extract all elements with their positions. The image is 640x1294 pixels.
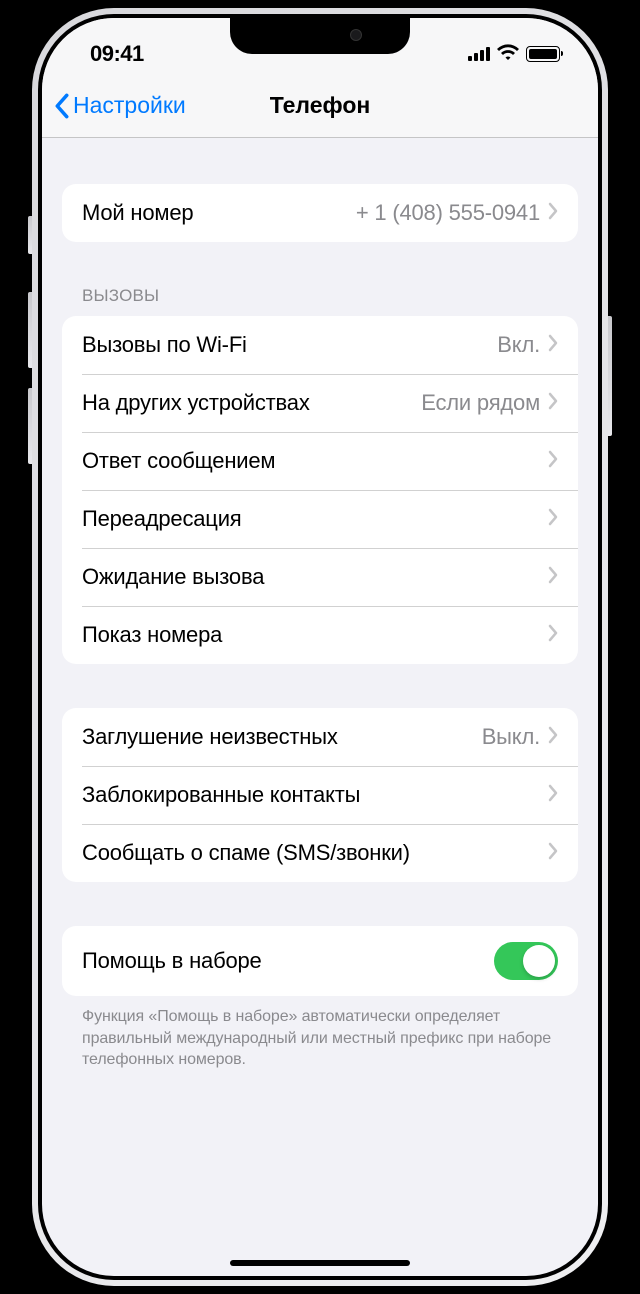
row-value: Выкл. [482, 724, 540, 750]
wifi-calling-row[interactable]: Вызовы по Wi-Fi Вкл. [62, 316, 578, 374]
other-devices-row[interactable]: На других устройствах Если рядом [62, 374, 578, 432]
show-caller-id-row[interactable]: Показ номера [62, 606, 578, 664]
dial-assist-label: Помощь в наборе [82, 948, 494, 974]
chevron-left-icon [54, 93, 70, 119]
dial-assist-row: Помощь в наборе [62, 926, 578, 996]
calls-section-header: ВЫЗОВЫ [62, 286, 578, 316]
chevron-right-icon [548, 842, 558, 865]
notch [230, 18, 410, 54]
row-value: Вкл. [497, 332, 540, 358]
screen: 09:41 [42, 18, 598, 1276]
phone-frame: 09:41 [32, 8, 608, 1286]
row-label: Вызовы по Wi-Fi [82, 332, 497, 358]
row-label: Заблокированные контакты [82, 782, 548, 808]
row-value: Если рядом [421, 390, 540, 416]
chevron-right-icon [548, 392, 558, 415]
back-button[interactable]: Настройки [54, 92, 186, 119]
my-number-label: Мой номер [82, 200, 356, 226]
chevron-right-icon [548, 450, 558, 473]
wifi-icon [497, 44, 519, 65]
battery-icon [526, 46, 560, 62]
status-icons [468, 44, 560, 65]
chevron-right-icon [548, 784, 558, 807]
chevron-right-icon [548, 624, 558, 647]
row-label: Ответ сообщением [82, 448, 548, 474]
chevron-right-icon [548, 508, 558, 531]
my-number-row[interactable]: Мой номер + 1 (408) 555-0941 [62, 184, 578, 242]
silence-unknown-row[interactable]: Заглушение неизвестных Выкл. [62, 708, 578, 766]
call-forwarding-row[interactable]: Переадресация [62, 490, 578, 548]
dial-assist-toggle[interactable] [494, 942, 558, 980]
back-label: Настройки [73, 92, 186, 119]
row-label: Ожидание вызова [82, 564, 548, 590]
row-label: Показ номера [82, 622, 548, 648]
blocked-contacts-row[interactable]: Заблокированные контакты [62, 766, 578, 824]
cellular-signal-icon [468, 47, 490, 61]
chevron-right-icon [548, 566, 558, 589]
front-camera [350, 29, 362, 41]
row-label: Заглушение неизвестных [82, 724, 482, 750]
respond-with-text-row[interactable]: Ответ сообщением [62, 432, 578, 490]
report-spam-row[interactable]: Сообщать о спаме (SMS/звонки) [62, 824, 578, 882]
home-indicator[interactable] [230, 1260, 410, 1266]
row-label: Переадресация [82, 506, 548, 532]
nav-bar: Настройки Телефон [42, 74, 598, 138]
chevron-right-icon [548, 202, 558, 225]
my-number-value: + 1 (408) 555-0941 [356, 200, 540, 226]
dial-assist-footer: Функция «Помощь в наборе» автоматически … [62, 996, 578, 1071]
chevron-right-icon [548, 726, 558, 749]
call-waiting-row[interactable]: Ожидание вызова [62, 548, 578, 606]
chevron-right-icon [548, 334, 558, 357]
status-time: 09:41 [90, 41, 144, 67]
row-label: На других устройствах [82, 390, 421, 416]
page-title: Телефон [270, 92, 371, 119]
row-label: Сообщать о спаме (SMS/звонки) [82, 840, 548, 866]
